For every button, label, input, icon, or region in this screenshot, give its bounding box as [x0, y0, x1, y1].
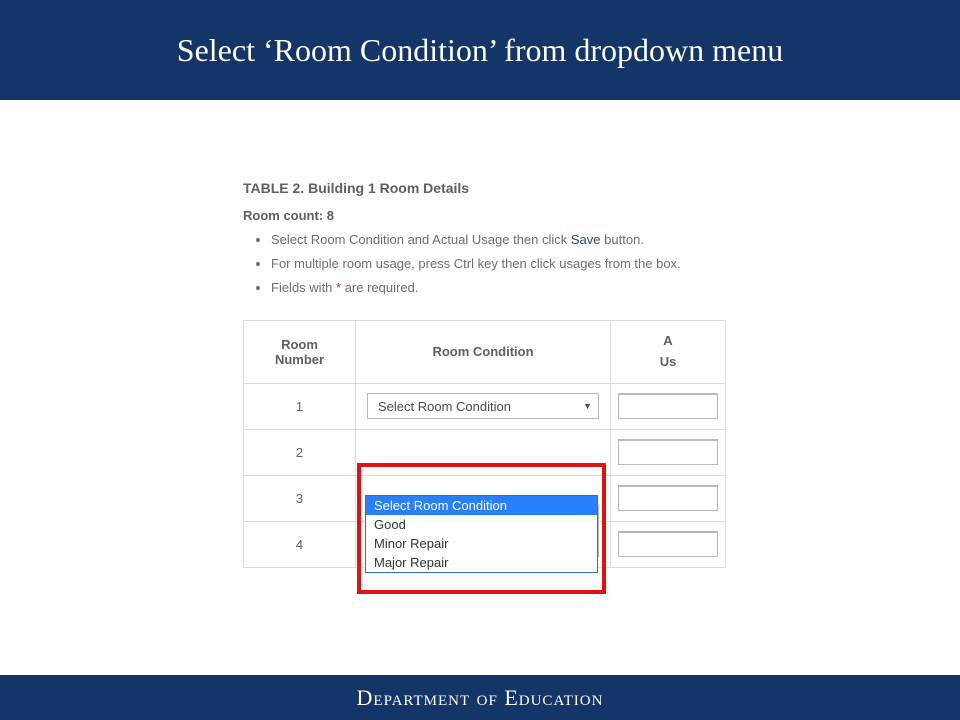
table-row: 1 Select Room Condition ▼ [244, 383, 726, 429]
dropdown-option-good[interactable]: Good [366, 515, 597, 534]
instruction-text: Fields with [271, 280, 336, 295]
select-value: Select Room Condition [378, 399, 511, 414]
cell-room-number: 4 [244, 521, 356, 567]
cell-usage [611, 429, 726, 475]
usage-partial-2: Us [660, 354, 677, 369]
instruction-text: Select Room Condition and Actual Usage t… [271, 232, 571, 247]
dropdown-option-minor-repair[interactable]: Minor Repair [366, 534, 597, 553]
col-actual-usage: A Us [611, 320, 726, 383]
dropdown-option-placeholder[interactable]: Select Room Condition [366, 496, 597, 515]
instruction-item: Select Room Condition and Actual Usage t… [271, 231, 733, 249]
col-room-condition: Room Condition [356, 320, 611, 383]
cell-room-number: 1 [244, 383, 356, 429]
cell-usage [611, 521, 726, 567]
usage-input[interactable] [618, 439, 718, 465]
room-count-label: Room count: 8 [243, 208, 733, 223]
cell-room-number: 2 [244, 429, 356, 475]
cell-usage [611, 475, 726, 521]
dropdown-option-major-repair[interactable]: Major Repair [366, 553, 597, 572]
table-header-row: Room Number Room Condition A Us [244, 320, 726, 383]
slide-footer: Department of Education [0, 675, 960, 720]
content-area: TABLE 2. Building 1 Room Details Room co… [0, 100, 960, 675]
chevron-down-icon: ▼ [583, 401, 592, 411]
instruction-text: button. [601, 232, 644, 247]
table-row: 2 Select Room Condition ▼ [244, 429, 726, 475]
page-title: Select ‘Room Condition’ from dropdown me… [177, 32, 783, 69]
instruction-text: are required. [341, 280, 418, 295]
instructions-list: Select Room Condition and Actual Usage t… [271, 231, 733, 298]
cell-usage [611, 383, 726, 429]
usage-partial-1: A [663, 333, 672, 348]
usage-input[interactable] [618, 531, 718, 557]
instruction-item: Fields with * are required. [271, 279, 733, 297]
room-condition-select[interactable]: Select Room Condition ▼ [367, 393, 599, 419]
usage-input[interactable] [618, 485, 718, 511]
cell-room-number: 3 [244, 475, 356, 521]
col-room-number: Room Number [244, 320, 356, 383]
instruction-item: For multiple room usage, press Ctrl key … [271, 255, 733, 273]
cell-room-condition: Select Room Condition ▼ [356, 429, 611, 475]
table-heading: TABLE 2. Building 1 Room Details [243, 180, 733, 196]
save-link[interactable]: Save [571, 232, 601, 247]
cell-room-condition: Select Room Condition ▼ [356, 383, 611, 429]
slide-header: Select ‘Room Condition’ from dropdown me… [0, 0, 960, 100]
room-condition-dropdown[interactable]: Select Room Condition Good Minor Repair … [365, 495, 598, 573]
footer-text: Department of Education [357, 685, 604, 711]
usage-input[interactable] [618, 393, 718, 419]
